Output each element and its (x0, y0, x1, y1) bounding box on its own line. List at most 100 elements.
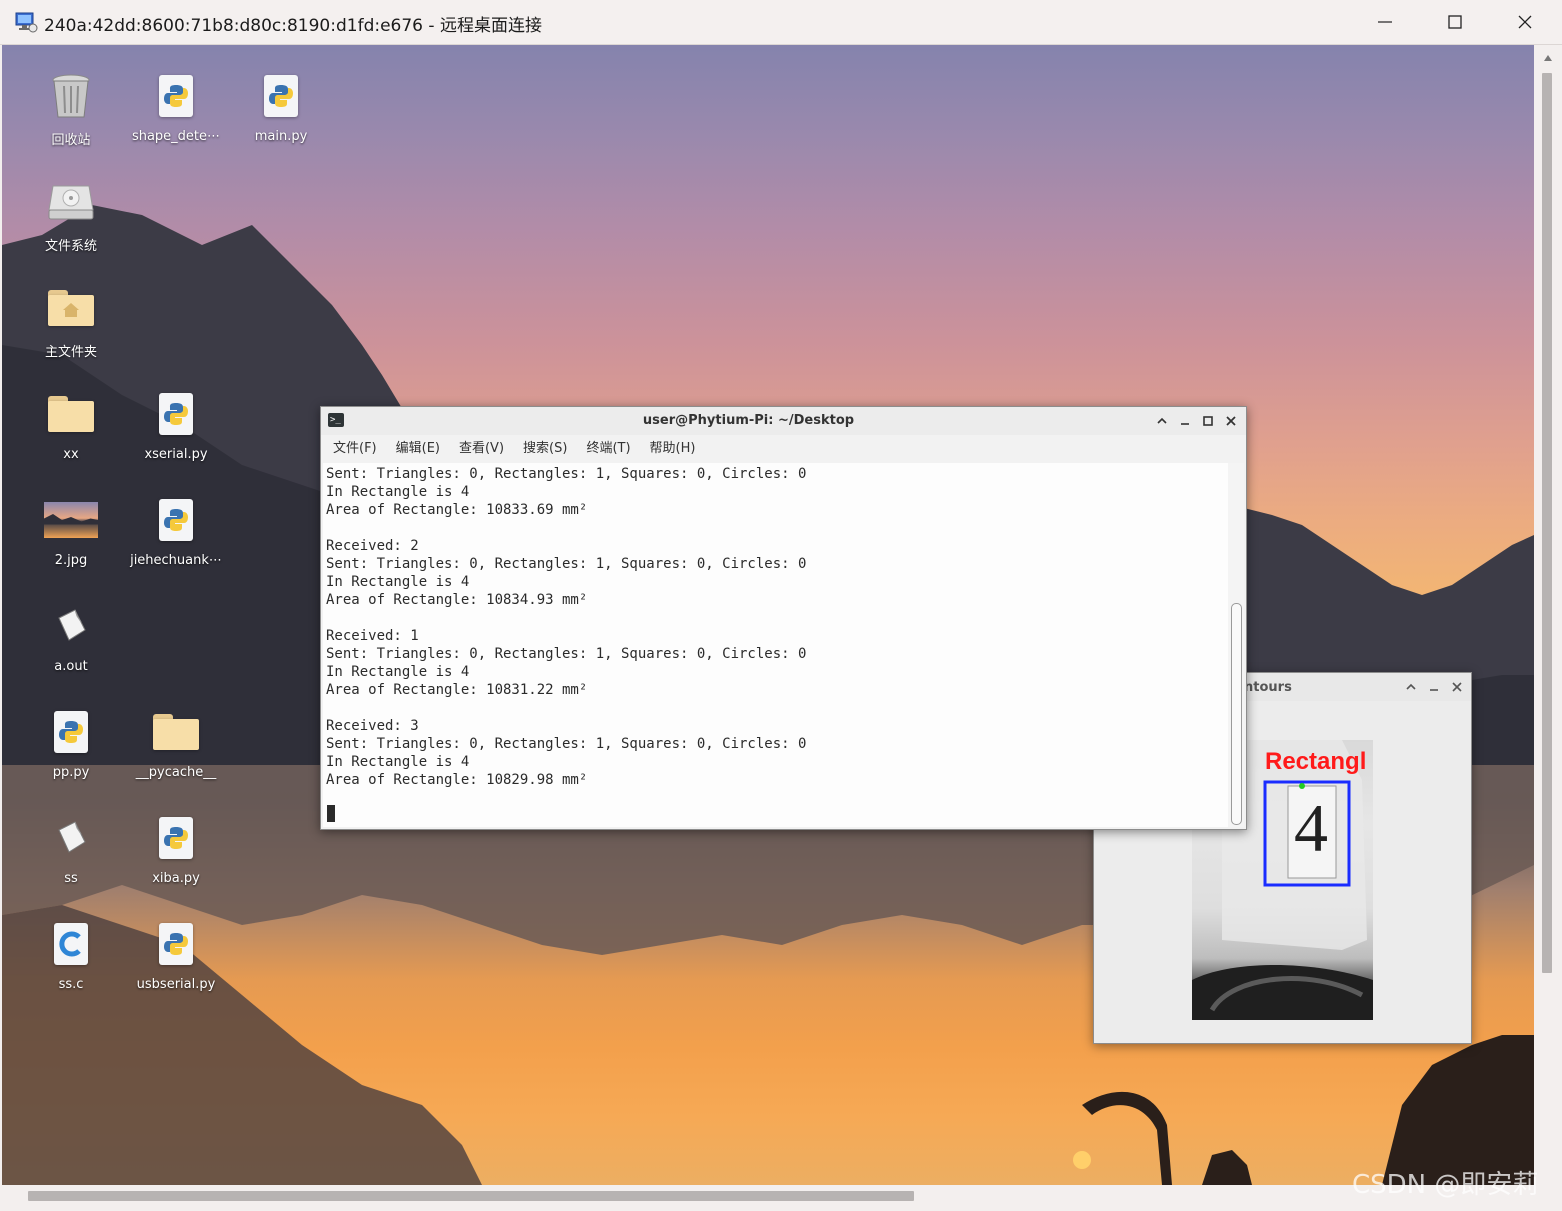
terminal-output[interactable]: Sent: Triangles: 0, Rectangles: 1, Squar… (323, 463, 1228, 827)
terminal-line: Area of Rectangle: 10834.93 mm² (326, 592, 588, 608)
terminal-titlebar[interactable]: >_ user@Phytium-Pi: ~/Desktop (321, 407, 1246, 435)
terminal-window[interactable]: >_ user@Phytium-Pi: ~/Desktop 文件(F) 编辑(E… (320, 406, 1247, 830)
minimize-icon (1430, 689, 1438, 691)
binary-file-icon (58, 821, 86, 853)
rdp-vertical-scrollbar-thumb[interactable] (1542, 73, 1552, 973)
terminal-title: user@Phytium-Pi: ~/Desktop (642, 413, 855, 428)
desktop-icon-aout[interactable]: a.out (21, 599, 121, 674)
desktop-icon-main[interactable]: main.py (231, 69, 331, 144)
watermark: CSDN @即安莉 (1352, 1170, 1539, 1200)
close-icon (1452, 682, 1462, 692)
binary-file-icon (58, 609, 86, 641)
terminal-line: Area of Rectangle: 10829.98 mm² (326, 772, 588, 788)
desktop-icon-label: 主文件夹 (44, 345, 97, 360)
close-button[interactable] (1500, 4, 1550, 40)
menu-terminal[interactable]: 终端(T) (586, 437, 630, 461)
desktop-icon-pppy[interactable]: pp.py (21, 705, 121, 780)
terminal-line: Received: 1 (326, 628, 419, 644)
trash-icon (52, 74, 90, 118)
desktop-icon-label: ss.c (58, 977, 84, 992)
desktop-icon-label: xserial.py (144, 447, 208, 462)
terminal-line: Sent: Triangles: 0, Rectangles: 1, Squar… (326, 736, 807, 752)
terminal-line: Received: 3 (326, 718, 419, 734)
drive-icon (48, 185, 94, 220)
terminal-line: Sent: Triangles: 0, Rectangles: 1, Squar… (326, 466, 807, 482)
menu-edit[interactable]: 编辑(E) (396, 437, 440, 461)
terminal-shade-button[interactable] (1153, 412, 1171, 430)
detected-digit: 4 (1294, 790, 1328, 866)
terminal-scrollbar[interactable] (1228, 463, 1244, 827)
close-icon (1518, 15, 1532, 29)
desktop-icon-ss[interactable]: ss (21, 811, 121, 886)
scroll-up-icon[interactable] (1543, 53, 1553, 63)
desktop-icon-pycache[interactable]: __pycache__ (126, 705, 226, 780)
desktop-icon-usbserial[interactable]: usbserial.py (126, 917, 226, 992)
folder-icon (153, 714, 199, 750)
desktop-icon-label: pp.py (52, 765, 90, 780)
terminal-line: In Rectangle is 4 (326, 754, 470, 770)
image-thumbnail-icon (44, 502, 98, 538)
remote-desktop-icon (15, 12, 38, 33)
desktop-icon-xx[interactable]: xx (21, 387, 121, 462)
python-file-icon (159, 393, 193, 435)
terminal-close-button[interactable] (1222, 412, 1240, 430)
desktop-icon-shape-dete[interactable]: shape_dete⋯ (126, 69, 226, 144)
chevron-up-icon (1406, 683, 1416, 690)
desktop-icon-label: 2.jpg (54, 553, 88, 568)
rdp-horizontal-scrollbar[interactable] (0, 1185, 1562, 1211)
c-file-icon (54, 923, 88, 965)
contours-close-button[interactable] (1448, 678, 1466, 696)
desktop-icon-xiba[interactable]: xiba.py (126, 811, 226, 886)
contours-minimize-button[interactable] (1425, 678, 1443, 696)
menu-view[interactable]: 查看(V) (459, 437, 504, 461)
python-file-icon (54, 711, 88, 753)
rdp-vertical-scrollbar[interactable] (1534, 45, 1562, 1185)
close-icon (1226, 416, 1236, 426)
desktop-icon-label: usbserial.py (136, 977, 216, 992)
minimize-icon (1181, 423, 1189, 425)
desktop-icon-label: 文件系统 (44, 239, 97, 254)
terminal-scrollbar-thumb[interactable] (1231, 603, 1242, 825)
terminal-cursor (327, 805, 335, 822)
terminal-minimize-button[interactable] (1176, 412, 1194, 430)
desktop-icon-label: xiba.py (152, 871, 200, 886)
desktop-icon-ssc[interactable]: ss.c (21, 917, 121, 992)
desktop-icon-trash[interactable]: 回收站 (21, 69, 121, 148)
terminal-line: In Rectangle is 4 (326, 664, 470, 680)
rdp-horizontal-scrollbar-thumb[interactable] (28, 1191, 914, 1201)
terminal-line: Sent: Triangles: 0, Rectangles: 1, Squar… (326, 646, 807, 662)
terminal-line: Sent: Triangles: 0, Rectangles: 1, Squar… (326, 556, 807, 572)
maximize-icon (1448, 15, 1462, 29)
desktop-icon-label: __pycache__ (135, 765, 217, 780)
terminal-line: Area of Rectangle: 10831.22 mm² (326, 682, 588, 698)
maximize-button[interactable] (1430, 4, 1480, 40)
terminal-line: In Rectangle is 4 (326, 574, 470, 590)
menu-file[interactable]: 文件(F) (333, 437, 377, 461)
menu-search[interactable]: 搜索(S) (523, 437, 567, 461)
desktop-icon-label: a.out (54, 659, 88, 674)
rdp-titlebar: 240a:42dd:8600:71b8:d80c:8190:d1fd:e676 … (0, 0, 1562, 45)
minimize-icon (1378, 21, 1392, 23)
maximize-icon (1203, 416, 1213, 426)
desktop-icon-home-folder[interactable]: 主文件夹 (21, 281, 121, 360)
desktop-icon-xserial[interactable]: xserial.py (126, 387, 226, 462)
terminal-line: Received: 2 (326, 538, 419, 554)
contours-window-title: ntours (1244, 680, 1292, 695)
desktop-icon-filesystem[interactable]: 文件系统 (21, 175, 121, 254)
rdp-window-title: 240a:42dd:8600:71b8:d80c:8190:d1fd:e676 … (44, 16, 542, 36)
minimize-button[interactable] (1360, 4, 1410, 40)
desktop-icon-label: ss (64, 871, 78, 886)
folder-icon (48, 396, 94, 432)
python-file-icon (159, 75, 193, 117)
chevron-up-icon (1157, 417, 1167, 424)
desktop-icon-2jpg[interactable]: 2.jpg (21, 493, 121, 568)
contours-shade-button[interactable] (1402, 678, 1420, 696)
desktop-icon-jiehechuank[interactable]: jiehechuank⋯ (126, 493, 226, 568)
terminal-maximize-button[interactable] (1199, 412, 1217, 430)
python-file-icon (159, 923, 193, 965)
terminal-line: Area of Rectangle: 10833.69 mm² (326, 502, 588, 518)
menu-help[interactable]: 帮助(H) (650, 437, 696, 461)
